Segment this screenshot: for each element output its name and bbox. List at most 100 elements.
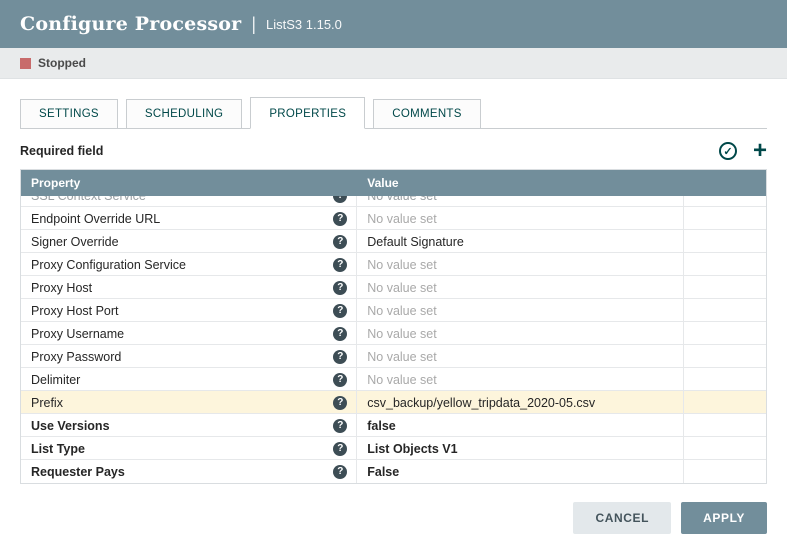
title-separator: | [251,14,256,35]
help-icon[interactable]: ? [333,396,347,410]
row-spacer [684,414,766,437]
row-spacer [684,276,766,299]
verify-properties-icon[interactable]: ✓ [719,142,737,160]
property-row[interactable]: Delimiter?No value set [21,368,766,391]
property-value[interactable]: No value set [356,207,684,230]
property-row[interactable]: Proxy Username?No value set [21,322,766,345]
help-icon[interactable]: ? [333,465,347,479]
tab-properties[interactable]: PROPERTIES [250,97,365,129]
help-icon[interactable]: ? [333,327,347,341]
property-name: Proxy Host [31,281,92,295]
help-icon[interactable]: ? [333,304,347,318]
help-icon[interactable]: ? [333,373,347,387]
property-value[interactable]: No value set [356,299,684,322]
property-row[interactable]: Proxy Password?No value set [21,345,766,368]
processor-type-version: ListS3 1.15.0 [266,17,342,32]
help-icon[interactable]: ? [333,212,347,226]
tab-comments[interactable]: COMMENTS [373,99,480,129]
add-property-icon[interactable]: + [753,142,767,160]
property-cell: Signer Override? [21,230,356,253]
property-row[interactable]: Prefix?csv_backup/yellow_tripdata_2020-0… [21,391,766,414]
property-value[interactable]: No value set [356,345,684,368]
property-value[interactable]: csv_backup/yellow_tripdata_2020-05.csv [356,391,684,414]
property-row[interactable]: Proxy Configuration Service?No value set [21,253,766,276]
property-cell: Endpoint Override URL? [21,207,356,230]
help-icon[interactable]: ? [333,235,347,249]
property-cell: Proxy Host Port? [21,299,356,322]
property-name: SSL Context Service [31,196,146,203]
column-header-spacer [684,170,766,196]
row-spacer [684,230,766,253]
property-cell: Prefix? [21,391,356,414]
property-cell: Proxy Host? [21,276,356,299]
row-spacer [684,322,766,345]
property-name: Proxy Host Port [31,304,119,318]
apply-button[interactable]: APPLY [681,502,767,534]
help-icon[interactable]: ? [333,281,347,295]
stopped-icon [20,58,31,69]
property-row[interactable]: Endpoint Override URL?No value set [21,207,766,230]
property-row[interactable]: Use Versions?false [21,414,766,437]
property-cell: List Type? [21,437,356,460]
tab-settings[interactable]: SETTINGS [20,99,118,129]
property-value[interactable]: List Objects V1 [356,437,684,460]
property-name: Proxy Configuration Service [31,258,186,272]
property-cell: Delimiter? [21,368,356,391]
cancel-button[interactable]: CANCEL [573,502,671,534]
property-name: Endpoint Override URL [31,212,160,226]
column-header-value: Value [356,170,684,196]
row-spacer [684,207,766,230]
property-row[interactable]: Proxy Host?No value set [21,276,766,299]
property-value[interactable]: No value set [356,196,684,207]
property-value[interactable]: No value set [356,276,684,299]
property-row[interactable]: SSL Context Service?No value set [21,196,766,207]
status-label: Stopped [38,56,86,70]
tab-bar: SETTINGS SCHEDULING PROPERTIES COMMENTS [20,97,767,129]
row-spacer [684,299,766,322]
property-cell: Proxy Configuration Service? [21,253,356,276]
property-row[interactable]: Signer Override?Default Signature [21,230,766,253]
help-icon[interactable]: ? [333,258,347,272]
row-spacer [684,345,766,368]
dialog-header: Configure Processor | ListS3 1.15.0 [0,0,787,48]
value-column-label: Value [367,176,398,190]
property-row[interactable]: Proxy Host Port?No value set [21,299,766,322]
row-spacer [684,391,766,414]
property-name: Signer Override [31,235,119,249]
row-spacer [684,437,766,460]
row-spacer [684,460,766,483]
row-spacer [684,253,766,276]
property-row[interactable]: List Type?List Objects V1 [21,437,766,460]
property-name: Delimiter [31,373,80,387]
property-cell: Requester Pays? [21,460,356,483]
property-value[interactable]: false [356,414,684,437]
help-icon[interactable]: ? [333,419,347,433]
column-header-property: Property [21,170,356,196]
help-icon[interactable]: ? [333,196,347,203]
dialog-footer: CANCEL APPLY [20,502,767,534]
help-icon[interactable]: ? [333,442,347,456]
property-value[interactable]: No value set [356,322,684,345]
tab-scheduling[interactable]: SCHEDULING [126,99,242,129]
property-cell: Use Versions? [21,414,356,437]
properties-table: Property Value SSL Context Service?No va… [20,169,767,484]
property-value[interactable]: False [356,460,684,483]
table-header: Property Value [21,170,766,196]
table-body: SSL Context Service?No value setEndpoint… [21,196,766,483]
property-cell: Proxy Password? [21,345,356,368]
property-value[interactable]: Default Signature [356,230,684,253]
status-bar: Stopped [0,48,787,79]
row-spacer [684,196,766,207]
property-value[interactable]: No value set [356,368,684,391]
help-icon[interactable]: ? [333,350,347,364]
required-field-label: Required field [20,144,103,158]
property-row[interactable]: Requester Pays?False [21,460,766,483]
properties-toolbar: Required field ✓ + [20,142,767,160]
property-cell: SSL Context Service? [21,196,356,207]
property-name: List Type [31,442,85,456]
property-name: Requester Pays [31,465,125,479]
property-column-label: Property [31,176,80,190]
property-name: Prefix [31,396,63,410]
property-value[interactable]: No value set [356,253,684,276]
row-spacer [684,368,766,391]
